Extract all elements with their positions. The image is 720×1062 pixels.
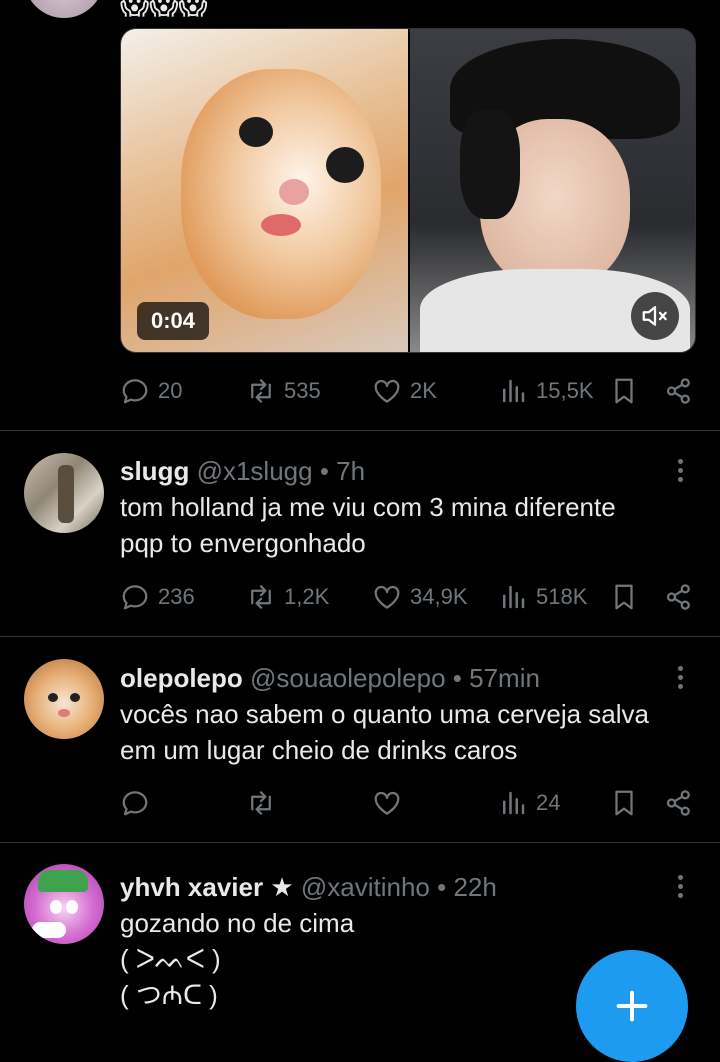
- post-text: gozando no de cima ( ᐳᨓᐸ ) ( つ₼ᑕ ): [120, 908, 355, 1010]
- display-name[interactable]: slugg: [120, 456, 189, 486]
- avatar-cap: [38, 870, 88, 892]
- like-icon: [372, 376, 402, 406]
- share-icon: [664, 788, 694, 818]
- share-button[interactable]: [664, 783, 694, 823]
- handle[interactable]: @xavitinho: [301, 872, 430, 902]
- share-icon: [664, 582, 694, 612]
- like-count: 2K: [410, 378, 437, 403]
- like-button[interactable]: [372, 783, 410, 823]
- share-button[interactable]: [664, 371, 694, 411]
- kitten-mouth: [261, 214, 301, 236]
- repost-button[interactable]: [246, 783, 284, 823]
- avatar-eye: [48, 693, 58, 702]
- bookmark-icon: [609, 582, 639, 612]
- compose-icon: [616, 990, 648, 1022]
- like-button[interactable]: 2K: [372, 371, 437, 411]
- reply-icon: [120, 582, 150, 612]
- share-icon: [664, 376, 694, 406]
- separator: •: [445, 663, 470, 693]
- reply-icon: [120, 788, 150, 818]
- avatar[interactable]: [24, 864, 104, 944]
- views-count: 518K: [536, 584, 588, 609]
- post-header: yhvh xavier ★ @xavitinho • 22h: [120, 872, 497, 903]
- avatar[interactable]: [24, 659, 104, 739]
- post-actions: 20 535 2K 15,5K: [0, 371, 720, 411]
- avatar-eye: [66, 900, 78, 914]
- bookmark-button[interactable]: [609, 577, 639, 617]
- views-count: 24: [536, 790, 561, 815]
- post-header: slugg @x1slugg • 7h: [120, 456, 365, 487]
- kitten-nose: [279, 179, 309, 205]
- video-duration: 0:04: [137, 302, 210, 340]
- post-text: vocês nao sabem o quanto uma cerveja sal…: [120, 699, 649, 765]
- avatar[interactable]: [24, 453, 104, 533]
- post-actions: 24: [0, 783, 720, 823]
- timestamp[interactable]: 22h: [453, 872, 496, 902]
- more-icon[interactable]: [668, 455, 692, 485]
- person-hair: [460, 109, 520, 219]
- bookmark-icon: [609, 788, 639, 818]
- reply-button[interactable]: 20: [120, 371, 182, 411]
- more-icon[interactable]: [668, 662, 692, 692]
- views-button[interactable]: 15,5K: [498, 371, 594, 411]
- views-button[interactable]: 24: [498, 783, 560, 823]
- avatar-figure: [58, 465, 74, 523]
- timestamp[interactable]: 7h: [336, 456, 365, 486]
- video-player[interactable]: 0:04: [120, 28, 696, 353]
- repost-count: 1,2K: [284, 584, 330, 609]
- more-icon[interactable]: [668, 871, 692, 901]
- handle[interactable]: @souaolepolepo: [250, 663, 446, 693]
- views-button[interactable]: 518K: [498, 577, 587, 617]
- divider: [0, 636, 720, 637]
- post-text: tom holland ja me viu com 3 mina diferen…: [120, 492, 616, 558]
- bookmark-icon: [609, 376, 639, 406]
- divider: [0, 430, 720, 431]
- reply-button[interactable]: 236: [120, 577, 195, 617]
- kitten-eye: [326, 147, 364, 183]
- separator: •: [312, 456, 337, 486]
- kitten-eye: [239, 117, 273, 147]
- repost-icon: [246, 788, 276, 818]
- reply-count: 20: [158, 378, 183, 403]
- repost-button[interactable]: 1,2K: [246, 577, 329, 617]
- emoji-text: 😱😱😱: [120, 0, 208, 20]
- separator: •: [429, 872, 454, 902]
- compose-button[interactable]: [576, 950, 688, 1062]
- avatar-eye: [50, 900, 62, 914]
- views-icon: [498, 582, 528, 612]
- views-count: 15,5K: [536, 378, 594, 403]
- avatar-mouth: [58, 709, 70, 717]
- avatar[interactable]: [24, 0, 104, 18]
- reply-icon: [120, 376, 150, 406]
- mute-icon[interactable]: [631, 292, 679, 340]
- repost-button[interactable]: 535: [246, 371, 321, 411]
- reply-count: 236: [158, 584, 195, 609]
- reply-button[interactable]: [120, 783, 158, 823]
- views-icon: [498, 788, 528, 818]
- display-name[interactable]: olepolepo: [120, 663, 243, 693]
- like-count: 34,9K: [410, 584, 468, 609]
- repost-icon: [246, 582, 276, 612]
- share-button[interactable]: [664, 577, 694, 617]
- display-name[interactable]: yhvh xavier ★: [120, 872, 294, 902]
- handle[interactable]: @x1slugg: [197, 456, 313, 486]
- bookmark-button[interactable]: [609, 371, 639, 411]
- repost-count: 535: [284, 378, 321, 403]
- avatar-hand: [32, 922, 66, 938]
- avatar-eye: [70, 693, 80, 702]
- like-button[interactable]: 34,9K: [372, 577, 468, 617]
- like-icon: [372, 788, 402, 818]
- post-header: olepolepo @souaolepolepo • 57min: [120, 663, 540, 694]
- post-actions: 236 1,2K 34,9K 518K: [0, 577, 720, 617]
- views-icon: [498, 376, 528, 406]
- like-icon: [372, 582, 402, 612]
- bookmark-button[interactable]: [609, 783, 639, 823]
- timestamp[interactable]: 57min: [469, 663, 540, 693]
- repost-icon: [246, 376, 276, 406]
- divider: [0, 842, 720, 843]
